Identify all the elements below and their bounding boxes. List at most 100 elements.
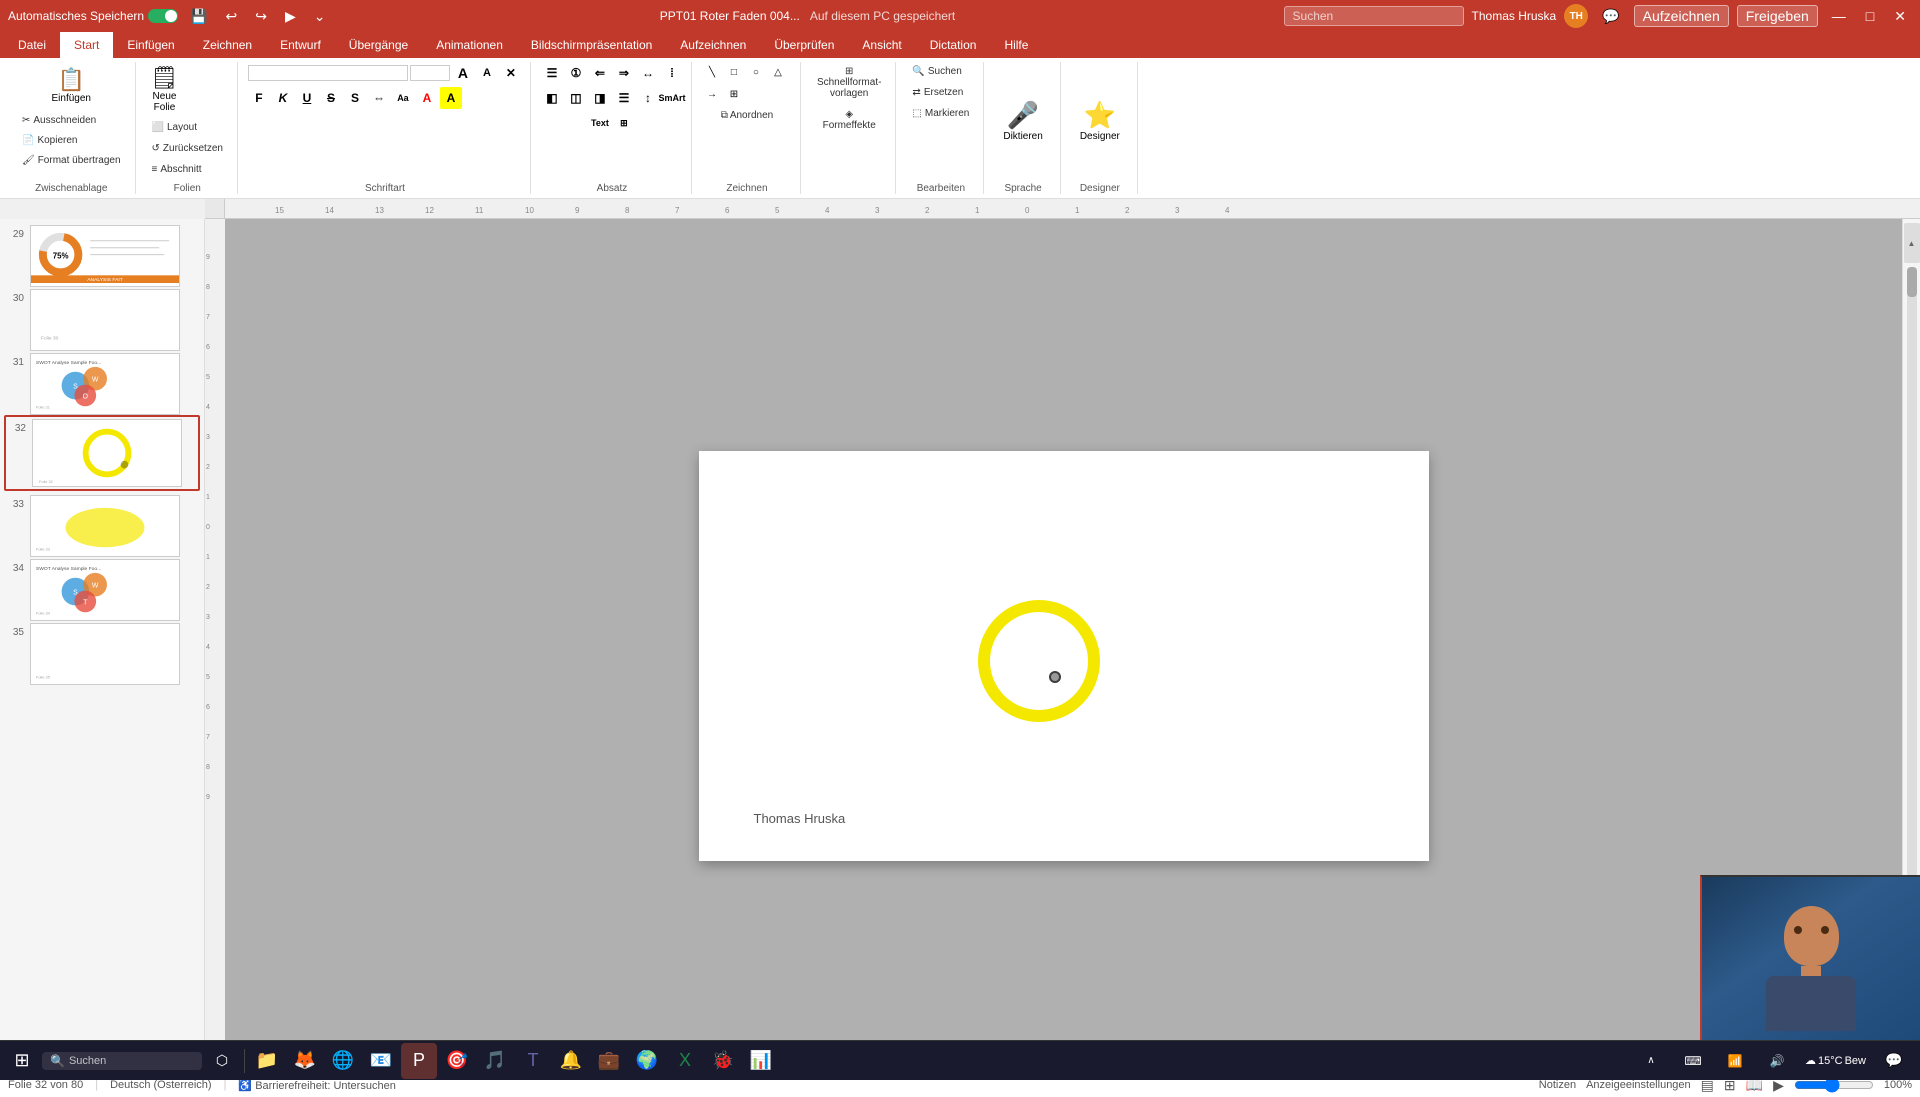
clear-format-btn[interactable]: ✕: [500, 62, 522, 84]
tab-entwurf[interactable]: Entwurf: [266, 32, 335, 58]
start-btn[interactable]: ⊞: [4, 1043, 40, 1079]
ersetzen-btn[interactable]: ⇄ Ersetzen: [906, 83, 969, 102]
slide-thumb-31[interactable]: 31 SWOT Analyse Sample Foo... S W O Foli…: [4, 351, 200, 413]
italic-btn[interactable]: K: [272, 87, 294, 109]
taskbar-firefox-btn[interactable]: 🦊: [287, 1043, 323, 1079]
designer-btn[interactable]: ⭐ Designer: [1071, 95, 1129, 147]
markieren-btn[interactable]: ⬚ Markieren: [906, 104, 975, 123]
neue-folie-btn[interactable]: 🗒 NeueFolie: [146, 62, 184, 116]
spacing-btn[interactable]: ⇔: [368, 87, 390, 109]
autosave-toggle[interactable]: Automatisches Speichern: [8, 9, 178, 23]
font-size-down-btn[interactable]: A: [476, 62, 498, 84]
notes-btn[interactable]: Notizen: [1539, 1079, 1576, 1091]
taskbar-chrome-btn[interactable]: 🌐: [325, 1043, 361, 1079]
network-icon-btn[interactable]: 📶: [1717, 1043, 1753, 1079]
abschnitt-btn[interactable]: ≡ Abschnitt: [146, 160, 208, 179]
tab-bildschirm[interactable]: Bildschirmpräsentation: [517, 32, 666, 58]
tab-ansicht[interactable]: Ansicht: [848, 32, 915, 58]
font-size-up-btn[interactable]: A: [452, 62, 474, 84]
diktieren-btn[interactable]: 🎤 Diktieren: [994, 95, 1051, 147]
taskbar-app10-btn[interactable]: 🐞: [705, 1043, 741, 1079]
close-btn[interactable]: ✕: [1888, 6, 1912, 27]
font-name-input[interactable]: [248, 65, 408, 81]
slide-panel[interactable]: 29 75% ANALYSIS FAIT: [0, 219, 205, 1072]
slide-thumb-32[interactable]: 32 Folie 32: [4, 415, 200, 491]
bullets-btn[interactable]: ☰: [541, 62, 563, 84]
slide-thumb-30[interactable]: 30 Folie 30: [4, 287, 200, 349]
columns-btn[interactable]: ⁞: [661, 62, 683, 84]
strikethrough-btn[interactable]: S: [320, 87, 342, 109]
schnellvorlagen-btn[interactable]: ⊞ Schnellformat- vorlagen: [811, 62, 887, 103]
undo-btn[interactable]: ↩: [220, 6, 244, 27]
taskbar-app4-btn[interactable]: 🎵: [477, 1043, 513, 1079]
decrease-indent-btn[interactable]: ⇐: [589, 62, 611, 84]
search-input[interactable]: [1284, 6, 1464, 26]
font-size-input[interactable]: [410, 65, 450, 81]
taskbar-excel-btn[interactable]: X: [667, 1043, 703, 1079]
taskbar-app6-btn[interactable]: 🔔: [553, 1043, 589, 1079]
tab-zeichnen[interactable]: Zeichnen: [189, 32, 266, 58]
increase-indent-btn[interactable]: ⇒: [613, 62, 635, 84]
slide-circle-element[interactable]: [969, 591, 1109, 731]
slide-canvas[interactable]: Thomas Hruska: [699, 451, 1429, 861]
suchen-btn[interactable]: 🔍 Suchen: [906, 62, 967, 81]
case-btn[interactable]: Aa: [392, 87, 414, 109]
slide-thumb-33[interactable]: 33 Folie 33: [4, 493, 200, 555]
present-btn[interactable]: ▶: [279, 6, 302, 27]
slide-thumb-34[interactable]: 34 SWOT Analyse Sample Foo... S W T Foli…: [4, 557, 200, 619]
tab-hilfe[interactable]: Hilfe: [990, 32, 1042, 58]
tab-uebergaenge[interactable]: Übergänge: [335, 32, 422, 58]
more-tools-btn[interactable]: ⌄: [308, 6, 332, 27]
avatar[interactable]: TH: [1564, 4, 1588, 28]
tab-einfuegen[interactable]: Einfügen: [113, 32, 188, 58]
slide-area[interactable]: Thomas Hruska: [225, 219, 1902, 1072]
shape-more-btn[interactable]: ⊞: [724, 84, 744, 104]
keyboard-icon-btn[interactable]: ⌨: [1675, 1043, 1711, 1079]
autosave-switch[interactable]: [148, 9, 178, 23]
tab-start[interactable]: Start: [60, 32, 113, 58]
ausschneiden-btn[interactable]: ✂ Ausschneiden: [16, 111, 127, 130]
align-right-btn[interactable]: ◨: [589, 87, 611, 109]
shape-arrow-btn[interactable]: →: [702, 84, 722, 104]
shape-line-btn[interactable]: ╲: [702, 62, 722, 82]
minimize-btn[interactable]: —: [1826, 6, 1852, 26]
highlight-btn[interactable]: A: [440, 87, 462, 109]
notification-btn[interactable]: 💬: [1876, 1043, 1912, 1079]
font-color-btn[interactable]: A: [416, 87, 438, 109]
taskbar-teams-btn[interactable]: T: [515, 1043, 551, 1079]
scroll-up-btn[interactable]: ▲: [1904, 223, 1920, 263]
slide-thumb-35[interactable]: 35 Folie 35: [4, 621, 200, 683]
tab-datei[interactable]: Datei: [4, 32, 60, 58]
save-quick-btn[interactable]: 💾: [184, 6, 213, 27]
slide-settings-btn[interactable]: Anzeigeeinstellungen: [1586, 1079, 1691, 1091]
taskbar-powerpoint-btn[interactable]: P: [401, 1043, 437, 1079]
taskbar-app7-btn[interactable]: 💼: [591, 1043, 627, 1079]
anordnen-btn[interactable]: ⧉ Anordnen: [715, 106, 780, 125]
justify-btn[interactable]: ☰: [613, 87, 635, 109]
formeffekte-btn[interactable]: ◈ Formeffekte: [817, 105, 882, 135]
volume-icon-btn[interactable]: 🔊: [1759, 1043, 1795, 1079]
rtl-btn[interactable]: ↔: [637, 62, 659, 84]
kopieren-btn[interactable]: 📄 Kopieren: [16, 131, 127, 150]
taskbar-files-btn[interactable]: 📁: [249, 1043, 285, 1079]
zoom-slider[interactable]: [1794, 1078, 1874, 1092]
einfuegen-btn[interactable]: 📋 Einfügen: [45, 62, 98, 109]
smartart-btn[interactable]: SmArt: [661, 87, 683, 109]
align-center-btn[interactable]: ◫: [565, 87, 587, 109]
layout-btn[interactable]: ⬜ Layout: [146, 118, 203, 137]
taskbar-app11-btn[interactable]: 📊: [743, 1043, 779, 1079]
scroll-thumb[interactable]: [1907, 267, 1917, 297]
weather-widget[interactable]: ☁ 15°C Bew: [1801, 1052, 1870, 1069]
shadow-btn[interactable]: S: [344, 87, 366, 109]
maximize-btn[interactable]: □: [1860, 6, 1880, 26]
comment-btn[interactable]: 💬: [1596, 6, 1625, 27]
line-spacing-btn[interactable]: ↕: [637, 87, 659, 109]
format-btn[interactable]: 🖌 Format übertragen: [16, 151, 127, 170]
align-text-btn[interactable]: ⊞: [613, 112, 635, 134]
share-btn[interactable]: Aufzeichnen: [1634, 5, 1729, 27]
system-tray-expand-btn[interactable]: ∧: [1633, 1043, 1669, 1079]
redo-btn[interactable]: ↪: [249, 6, 273, 27]
present-share-btn[interactable]: Freigeben: [1737, 5, 1818, 27]
shape-rect-btn[interactable]: □: [724, 62, 744, 82]
align-left-btn[interactable]: ◧: [541, 87, 563, 109]
